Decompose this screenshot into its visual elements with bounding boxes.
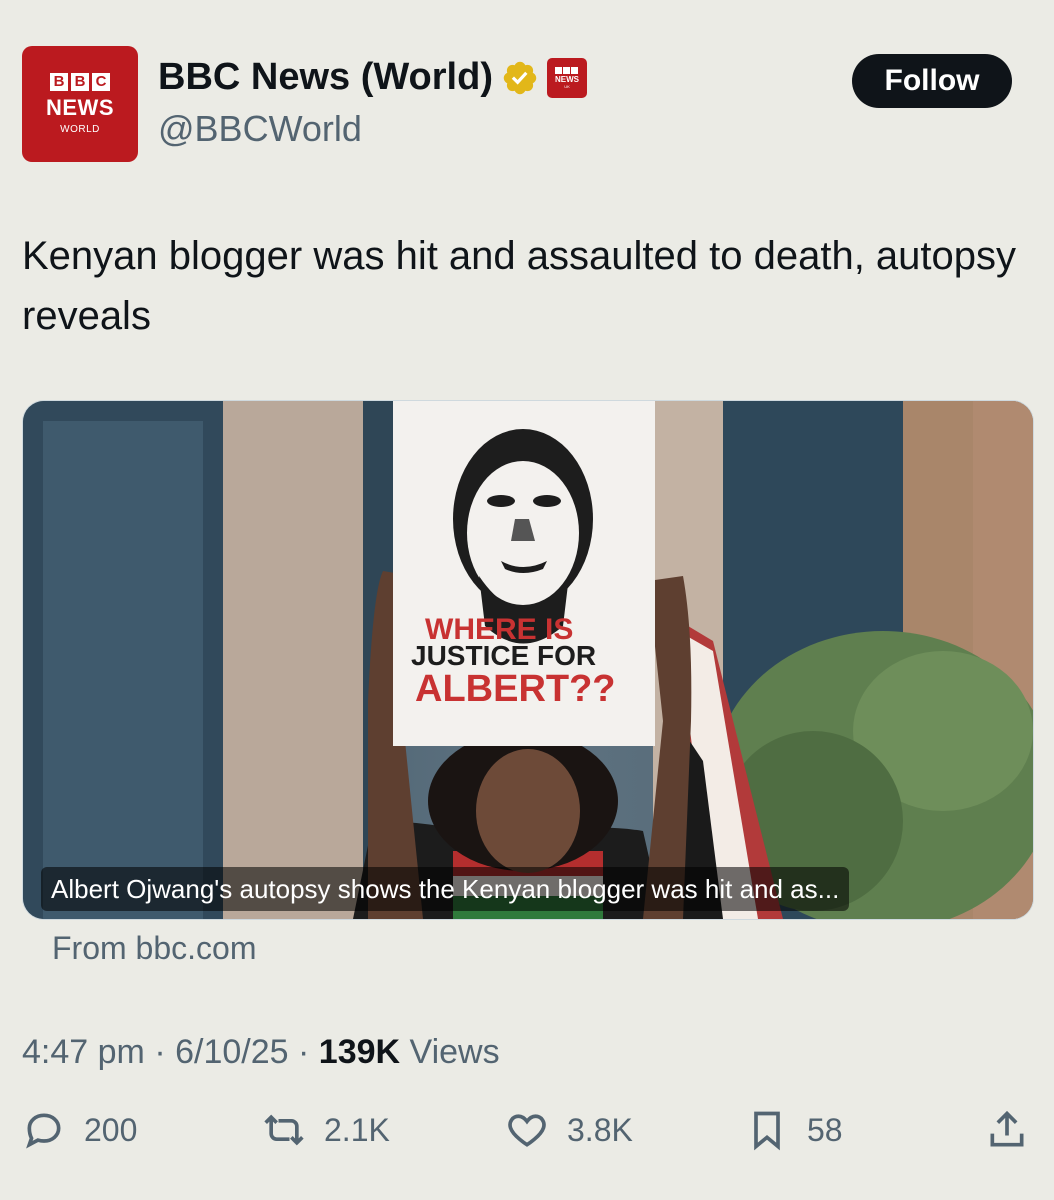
tweet-time[interactable]: 4:47 pm [22, 1033, 145, 1071]
share-icon [990, 1110, 1024, 1147]
bookmark-icon [754, 1111, 780, 1151]
verified-badge-icon[interactable] [501, 59, 539, 97]
reply-icon [26, 1113, 61, 1149]
tweet-date[interactable]: 6/10/25 [175, 1033, 288, 1071]
avatar-news-text: NEWS [46, 95, 114, 120]
repost-count: 2.1K [324, 1111, 390, 1148]
reply-count: 200 [84, 1111, 138, 1148]
like-button[interactable]: 3.8K [505, 1108, 633, 1152]
bbc-logo-blocks: B B C [50, 73, 110, 91]
account-handle[interactable]: @BBCWorld [158, 108, 362, 150]
card-image: WHERE IS JUSTICE FOR ALBERT?? [23, 401, 1033, 919]
views-count: 139K [318, 1033, 401, 1071]
tweet-meta: 4:47 pm · 6/10/25 · 139K Views [22, 1033, 500, 1071]
card-source[interactable]: From bbc.com [52, 930, 256, 967]
account-name-row: BBC News (World) NEWS UK [158, 56, 587, 99]
bookmark-button[interactable]: 58 [745, 1108, 843, 1152]
action-bar: 200 2.1K 3.8K 58 [0, 1108, 1054, 1168]
tweet-text: Kenyan blogger was hit and assaulted to … [22, 234, 1017, 338]
views-label: Views [409, 1033, 500, 1071]
avatar-world-text: WORLD [60, 124, 100, 135]
account-avatar[interactable]: B B C NEWS WORLD [22, 46, 138, 162]
heart-icon [508, 1114, 546, 1147]
card-caption: Albert Ojwang's autopsy shows the Kenyan… [41, 867, 850, 911]
repost-button[interactable]: 2.1K [262, 1108, 390, 1152]
share-button[interactable] [985, 1108, 1029, 1152]
affiliation-badge[interactable]: NEWS UK [546, 57, 587, 98]
follow-button[interactable]: Follow [852, 54, 1012, 108]
svg-text:JUSTICE FOR: JUSTICE FOR [411, 640, 596, 671]
repost-icon [264, 1114, 304, 1146]
link-card[interactable]: WHERE IS JUSTICE FOR ALBERT?? Albert Ojw… [22, 400, 1034, 920]
like-count: 3.8K [567, 1111, 633, 1148]
reply-button[interactable]: 200 [22, 1108, 137, 1152]
svg-text:ALBERT??: ALBERT?? [415, 668, 616, 710]
display-name[interactable]: BBC News (World) [158, 56, 493, 99]
bookmark-count: 58 [807, 1111, 843, 1148]
